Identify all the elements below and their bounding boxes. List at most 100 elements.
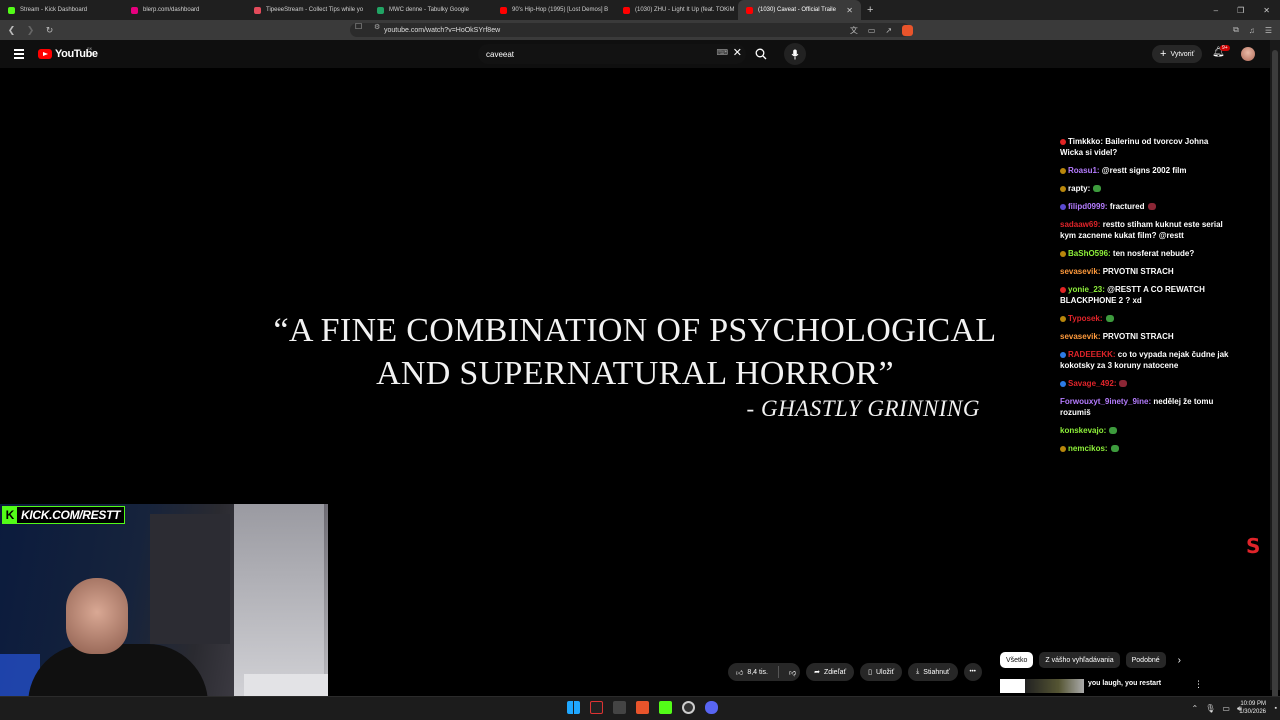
share-icon[interactable]: ↗: [885, 26, 892, 35]
brave-shield-icon[interactable]: [902, 24, 914, 36]
scrollbar-thumb[interactable]: [1272, 50, 1278, 700]
search-input[interactable]: caveeat ⌨ ✕: [478, 44, 746, 64]
recommended-video-title[interactable]: you laugh, you restart: [1088, 680, 1161, 687]
network-icon[interactable]: ▭: [1222, 704, 1230, 714]
discord-icon[interactable]: [705, 701, 718, 714]
chat-message: konskevajo:: [1060, 425, 1230, 436]
kebab-menu-icon[interactable]: ⋮: [1194, 679, 1203, 690]
chat-message: Roasu1: @restt signs 2002 film: [1060, 165, 1230, 176]
tab-favicon-icon: [8, 6, 15, 14]
chat-badge-icon: [1060, 168, 1066, 174]
mic-tray-icon[interactable]: 🎙︎: [1205, 704, 1215, 714]
browser-tab[interactable]: TipeeeStream - Collect Tips while yo: [246, 0, 369, 20]
chip-related[interactable]: Podobné: [1125, 652, 1166, 668]
browser-toolbar: 文 ▭ ↗ ⧉ ♫ ☰: [850, 20, 1272, 40]
new-tab-button[interactable]: +: [867, 4, 873, 16]
cast-icon[interactable]: ▭: [868, 26, 876, 35]
taskbar-clock[interactable]: 10:09 PM 1/30/2026: [1239, 700, 1266, 716]
site-info-icon[interactable]: ⚙: [374, 23, 380, 31]
browser-tab[interactable]: blerp.com/dashboard: [123, 0, 246, 20]
taskbar-apps: [567, 701, 718, 714]
like-button[interactable]: 👍︎ 8,4 tis. 👎︎: [728, 663, 801, 681]
settings-app-icon[interactable]: [682, 701, 695, 714]
chat-badge-icon: [1060, 316, 1066, 322]
account-avatar[interactable]: [1241, 47, 1255, 61]
chip-all[interactable]: Všetko: [1000, 652, 1034, 668]
chat-message: sevasevik: PRVOTNI STRACH: [1060, 266, 1230, 277]
browser-tab[interactable]: (1030) ZHU - Light It Up (feat. TOKiM: [615, 0, 738, 20]
minimize-button[interactable]: –: [1214, 6, 1218, 15]
voice-search-button[interactable]: [784, 43, 806, 65]
kick-logo-icon: K: [3, 507, 17, 523]
close-window-button[interactable]: ✕: [1263, 6, 1270, 15]
reload-icon[interactable]: ↻: [42, 25, 57, 36]
bookmark-icon[interactable]: ☐: [355, 22, 362, 31]
keyboard-icon[interactable]: ⌨: [716, 48, 728, 57]
chat-message: Timkkko: Bailerinu od tvorcov Johna Wick…: [1060, 136, 1230, 158]
bookmark-save-icon: ▯: [868, 669, 872, 676]
youtube-header: YouTube SK caveeat ⌨ ✕ + Vytvoriť 🔔︎ 9+: [0, 40, 1280, 68]
chat-text: @restt signs 2002 film: [1101, 166, 1187, 175]
stream-chat-overlay: Timkkko: Bailerinu od tvorcov Johna Wick…: [1060, 136, 1230, 461]
chat-username: BaShO596:: [1068, 249, 1111, 258]
extensions-icon[interactable]: ⧉: [1233, 25, 1239, 35]
tab-favicon-icon: [746, 6, 753, 14]
url-field[interactable]: youtube.com/watch?v=HoOkSYrf8ew: [350, 23, 910, 37]
search-button[interactable]: [750, 44, 772, 64]
back-icon[interactable]: ❮: [4, 25, 19, 36]
chat-message: sevasevik: PRVOTNI STRACH: [1060, 331, 1230, 342]
browser-tab[interactable]: (1030) Caveat - Official Traile ✕: [738, 0, 861, 20]
clear-search-icon[interactable]: ✕: [733, 46, 742, 59]
kick-app-icon[interactable]: [659, 701, 672, 714]
media-icon[interactable]: ♫: [1249, 26, 1255, 35]
download-label: Stiahnuť: [923, 668, 950, 676]
chat-username: yonie_23:: [1068, 285, 1105, 294]
microphone-icon: [791, 49, 799, 59]
tab-close-icon[interactable]: ✕: [846, 6, 853, 15]
page-scrollbar[interactable]: [1270, 40, 1280, 700]
tray-chevron-icon[interactable]: ⌃: [1192, 704, 1199, 714]
more-icon: •••: [969, 669, 976, 675]
create-label: Vytvoriť: [1170, 50, 1195, 58]
tab-label: TipeeeStream - Collect Tips while yo: [266, 7, 364, 13]
country-code: SK: [87, 46, 93, 51]
chip-from-search[interactable]: Z vášho vyhľadávania: [1039, 652, 1120, 668]
chat-message: nemcikos:: [1060, 443, 1230, 454]
chat-badge-icon: [1060, 186, 1066, 192]
chat-badge-icon: [1060, 381, 1066, 387]
browser-tab[interactable]: Stream - Kick Dashboard: [0, 0, 123, 20]
browser-tab[interactable]: 90's Hip-Hop (1995) [Lost Demos] B: [492, 0, 615, 20]
thumbs-down-icon[interactable]: 👎︎: [789, 668, 796, 677]
forward-icon[interactable]: ❯: [23, 25, 38, 36]
translate-icon[interactable]: 文: [850, 25, 858, 36]
menu-icon[interactable]: ☰: [1265, 26, 1272, 35]
windows-start-icon[interactable]: [567, 701, 580, 714]
maximize-button[interactable]: ❐: [1237, 6, 1244, 15]
guide-menu-icon[interactable]: [14, 49, 24, 61]
chat-username: Timkkko:: [1068, 137, 1103, 146]
video-actions: 👍︎ 8,4 tis. 👎︎ ➦ Zdieľať ▯ Uložiť ⤓ Stia…: [728, 662, 982, 682]
browser-tab[interactable]: MWC denne - Tabulky Google: [369, 0, 492, 20]
kick-channel-badge: K KICK.COM/RESTT: [2, 506, 126, 524]
app-tool-icon[interactable]: [613, 701, 626, 714]
webcam-background: [150, 514, 230, 644]
save-button[interactable]: ▯ Uložiť: [860, 663, 903, 681]
chat-badge-icon: [1060, 446, 1066, 452]
chat-message: BaShO596: ten nosferat nebude?: [1060, 248, 1230, 259]
chat-badge-icon: [1060, 251, 1066, 257]
chevron-right-icon[interactable]: ›: [1178, 655, 1181, 666]
tab-label: MWC denne - Tabulky Google: [389, 7, 469, 13]
chat-message: sadaaw69: restto stiham kuknut este seri…: [1060, 219, 1230, 241]
chat-badge-icon: [1060, 204, 1066, 210]
create-button[interactable]: + Vytvoriť: [1152, 45, 1203, 63]
recommended-video-thumbnail[interactable]: [1000, 679, 1084, 693]
share-button[interactable]: ➦ Zdieľať: [806, 663, 855, 681]
more-actions-button[interactable]: •••: [963, 663, 982, 681]
chat-username: Typosek:: [1068, 314, 1103, 323]
notification-center-icon[interactable]: ▪: [1275, 705, 1277, 712]
tab-favicon-icon: [131, 6, 138, 14]
download-button[interactable]: ⤓ Stiahnuť: [908, 663, 958, 681]
app-red-icon[interactable]: [590, 701, 603, 714]
chat-text: ten nosferat nebude?: [1112, 249, 1195, 258]
brave-browser-icon[interactable]: [636, 701, 649, 714]
